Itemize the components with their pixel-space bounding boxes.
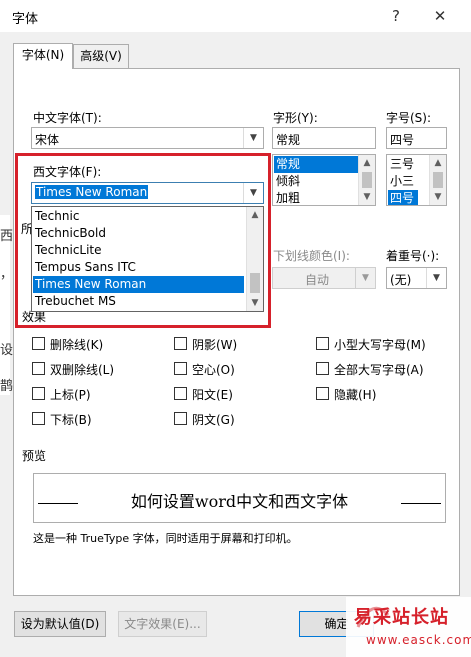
chinese-font-value: 宋体 (35, 133, 60, 147)
emphasis-value: (无) (390, 273, 412, 287)
title-bar: 字体 ? ✕ (0, 0, 471, 32)
chevron-down-icon[interactable]: ▼ (243, 183, 263, 203)
chevron-down-icon[interactable]: ▼ (426, 268, 446, 288)
watermark-site-name: 易采站长站 (354, 607, 449, 628)
list-item-selected[interactable]: Times New Roman (33, 276, 244, 293)
chevron-down-icon[interactable]: ▼ (243, 128, 263, 148)
watermark-url: www.easck.com (366, 633, 471, 647)
emphasis-label: 着重号(·): (386, 249, 440, 263)
preview-underline-right (401, 503, 441, 504)
list-item[interactable]: TechnicLite (33, 242, 244, 259)
list-item[interactable]: Technic (33, 208, 244, 225)
background-char: 西 (0, 229, 14, 244)
underline-color-combo[interactable]: 自动 ▼ (272, 267, 376, 289)
scroll-thumb[interactable] (362, 172, 372, 188)
font-size-list[interactable]: 三号 小三 四号 ▲ ▼ (386, 154, 447, 206)
chevron-down-icon[interactable]: ▼ (355, 268, 375, 288)
list-item[interactable]: 四号 (388, 190, 418, 205)
dialog-title: 字体 (12, 12, 39, 27)
emphasis-combo[interactable]: (无) ▼ (386, 267, 447, 289)
preview-description: 这是一种 TrueType 字体，同时适用于屏幕和打印机。 (33, 532, 298, 545)
scroll-thumb[interactable] (433, 172, 443, 188)
background-document-strip: 西 ， 设 鹊 (0, 215, 14, 395)
scroll-down-icon[interactable]: ▼ (247, 295, 263, 311)
font-size-value: 四号 (390, 133, 415, 147)
preview-sample-text: 如何设置word中文和西文字体 (130, 492, 349, 511)
background-char: ， (0, 267, 14, 282)
list-item[interactable]: TechnicBold (33, 225, 244, 242)
help-button[interactable]: ? (382, 4, 410, 28)
western-font-combo[interactable]: Times New Roman ▼ (31, 182, 264, 204)
font-dialog: 西 ， 设 鹊 字体 ? ✕ 字体(N) 高级(V) 中文字体(T): 宋体 ▼… (0, 0, 471, 657)
list-item[interactable]: 常规 (274, 156, 358, 173)
underline-color-label: 下划线颜色(I): (273, 249, 350, 263)
western-font-options[interactable]: Technic TechnicBold TechnicLite Tempus S… (32, 207, 263, 311)
underline-color-value: 自动 (305, 273, 330, 287)
scrollbar[interactable]: ▲ ▼ (429, 155, 446, 205)
font-style-label: 字形(Y): (273, 111, 318, 125)
list-item[interactable]: 小三 (388, 173, 429, 190)
scroll-up-icon[interactable]: ▲ (430, 155, 446, 171)
western-font-label: 西文字体(F): (33, 165, 102, 179)
scrollbar[interactable]: ▲ ▼ (246, 207, 263, 311)
close-button[interactable]: ✕ (426, 4, 454, 28)
tab-advanced[interactable]: 高级(V) (73, 44, 129, 68)
font-style-list[interactable]: 常规 倾斜 加粗 ▲ ▼ (272, 154, 376, 206)
set-default-button[interactable]: 设为默认值(D) (14, 611, 106, 637)
scroll-down-icon[interactable]: ▼ (359, 189, 375, 205)
scroll-up-icon[interactable]: ▲ (247, 207, 263, 223)
list-item[interactable]: 倾斜 (274, 173, 358, 190)
background-char: 鹊 (0, 379, 14, 394)
font-style-input[interactable]: 常规 (272, 127, 376, 149)
font-size-input[interactable]: 四号 (386, 127, 447, 149)
list-item[interactable]: Tempus Sans ITC (33, 259, 244, 276)
list-item[interactable]: 加粗 (274, 190, 358, 205)
text-effects-button[interactable]: 文字效果(E)... (118, 611, 207, 637)
scrollbar[interactable]: ▲ ▼ (358, 155, 375, 205)
background-char: 设 (0, 343, 14, 358)
font-size-label: 字号(S): (386, 111, 432, 125)
font-style-value: 常规 (276, 133, 301, 147)
preview-box: 如何设置word中文和西文字体 (33, 473, 446, 523)
chinese-font-label: 中文字体(T): (33, 111, 102, 125)
preview-label: 预览 (22, 449, 47, 463)
scroll-up-icon[interactable]: ▲ (359, 155, 375, 171)
list-item[interactable]: Trebuchet MS (33, 293, 244, 310)
western-font-value: Times New Roman (35, 185, 149, 199)
scroll-thumb[interactable] (250, 273, 260, 293)
scroll-down-icon[interactable]: ▼ (430, 189, 446, 205)
site-watermark: 易采站长站 www.easck.com (346, 597, 471, 657)
tab-font[interactable]: 字体(N) (13, 43, 73, 69)
list-item[interactable]: 三号 (388, 156, 429, 173)
western-font-dropdown-list[interactable]: Technic TechnicBold TechnicLite Tempus S… (31, 206, 264, 312)
chinese-font-combo[interactable]: 宋体 ▼ (31, 127, 264, 149)
